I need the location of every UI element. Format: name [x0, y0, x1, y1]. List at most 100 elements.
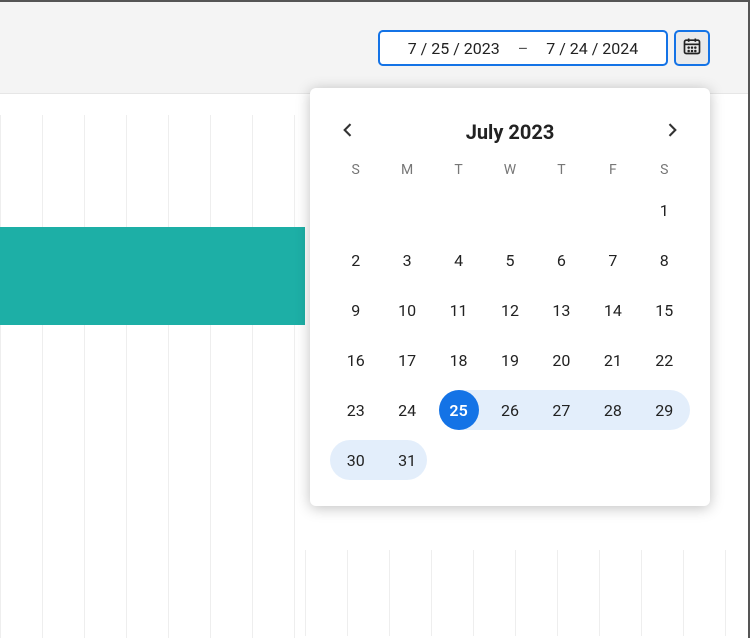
calendar-day[interactable]: 3 — [381, 240, 432, 280]
dow-label: T — [433, 162, 484, 178]
calendar-day[interactable]: 18 — [433, 340, 484, 380]
calendar-day-number: 20 — [552, 351, 570, 370]
calendar-day — [587, 440, 638, 480]
calendar-day[interactable]: 14 — [587, 290, 638, 330]
calendar-day-number: 24 — [398, 401, 416, 420]
chevron-left-icon — [338, 120, 358, 144]
calendar-day-number: 6 — [557, 251, 566, 270]
calendar-week: 16 17 18 19 20 21 22 — [330, 340, 690, 380]
calendar-day-number: 15 — [655, 301, 673, 320]
dow-label: S — [330, 162, 381, 178]
calendar-day-number: 10 — [398, 301, 416, 320]
calendar-day[interactable]: 26 — [484, 390, 535, 430]
app-viewport: 7 / 25 / 2023 – 7 / 24 / 2024 July 2023 — [0, 0, 750, 638]
chart-bar — [0, 227, 305, 325]
prev-month-button[interactable] — [332, 116, 364, 148]
chart-area — [0, 115, 305, 638]
calendar-day[interactable]: 16 — [330, 340, 381, 380]
date-start: 7 / 25 / 2023 — [408, 39, 500, 58]
calendar-day[interactable]: 17 — [381, 340, 432, 380]
calendar-day — [587, 190, 638, 230]
day-of-week-row: SMTWTFS — [330, 162, 690, 184]
calendar-day[interactable]: 21 — [587, 340, 638, 380]
calendar-day[interactable]: 1 — [639, 190, 690, 230]
calendar-day[interactable]: 19 — [484, 340, 535, 380]
calendar-title: July 2023 — [466, 120, 555, 144]
calendar-day[interactable]: 2 — [330, 240, 381, 280]
calendar-day-number: 22 — [655, 351, 673, 370]
date-range-picker: 7 / 25 / 2023 – 7 / 24 / 2024 — [378, 30, 710, 66]
calendar-day-number: 28 — [604, 401, 622, 420]
calendar-day[interactable]: 4 — [433, 240, 484, 280]
date-separator: – — [518, 39, 529, 58]
calendar-button[interactable] — [674, 30, 710, 66]
calendar-day-number: 16 — [347, 351, 365, 370]
dow-label: T — [536, 162, 587, 178]
calendar-day[interactable]: 5 — [484, 240, 535, 280]
dow-label: W — [484, 162, 535, 178]
calendar-day[interactable]: 24 — [381, 390, 432, 430]
calendar-day[interactable]: 15 — [639, 290, 690, 330]
date-range-field[interactable]: 7 / 25 / 2023 – 7 / 24 / 2024 — [378, 30, 668, 66]
calendar-day[interactable]: 8 — [639, 240, 690, 280]
calendar-week: 30 31 — [330, 440, 690, 480]
calendar-day[interactable]: 29 — [639, 390, 690, 430]
calendar-week: 23 24 25 26 27 28 29 — [330, 390, 690, 430]
next-month-button[interactable] — [656, 116, 688, 148]
calendar-day-number: 13 — [552, 301, 570, 320]
calendar-day-number: 21 — [604, 351, 622, 370]
date-end: 7 / 24 / 2024 — [546, 39, 638, 58]
calendar-day-number: 3 — [403, 251, 412, 270]
calendar-week: 2 3 4 5 6 78 — [330, 240, 690, 280]
calendar-popover: July 2023 SMTWTFS 1234567891011121314151… — [310, 88, 710, 506]
calendar-day-number: 9 — [351, 301, 360, 320]
chevron-right-icon — [662, 120, 682, 144]
calendar-day[interactable]: 11 — [433, 290, 484, 330]
calendar-day-number: 18 — [450, 351, 468, 370]
calendar-day[interactable]: 13 — [536, 290, 587, 330]
dow-label: F — [587, 162, 638, 178]
calendar-day-number: 11 — [450, 301, 468, 320]
calendar-week: 9 10 11 12 13 14 15 — [330, 290, 690, 330]
calendar-day-number: 1 — [660, 201, 669, 220]
dow-label: S — [639, 162, 690, 178]
calendar-day[interactable]: 7 — [587, 240, 638, 280]
calendar-day[interactable]: 9 — [330, 290, 381, 330]
calendar-day[interactable]: 27 — [536, 390, 587, 430]
calendar-day — [330, 190, 381, 230]
calendar-day-number: 31 — [398, 451, 416, 470]
calendar-day-number: 25 — [449, 401, 467, 420]
calendar-day-number: 2 — [351, 251, 360, 270]
calendar-day-number: 23 — [347, 401, 365, 420]
calendar-day — [536, 190, 587, 230]
calendar-day[interactable]: 10 — [381, 290, 432, 330]
chart-gridlines — [0, 115, 305, 638]
calendar-day — [433, 190, 484, 230]
calendar-day — [484, 440, 535, 480]
calendar-day-number: 30 — [347, 451, 365, 470]
calendar-week: 1 — [330, 190, 690, 230]
calendar-day[interactable]: 20 — [536, 340, 587, 380]
calendar-day[interactable]: 22 — [639, 340, 690, 380]
calendar-day[interactable]: 31 — [381, 440, 432, 480]
calendar-day[interactable]: 23 — [330, 390, 381, 430]
calendar-day-number: 17 — [398, 351, 416, 370]
calendar-day — [433, 440, 484, 480]
calendar-day — [381, 190, 432, 230]
calendar-day[interactable]: 25 — [433, 390, 484, 430]
calendar-day-number: 12 — [501, 301, 519, 320]
calendar-day — [484, 190, 535, 230]
calendar-day[interactable]: 6 — [536, 240, 587, 280]
calendar-day[interactable]: 30 — [330, 440, 381, 480]
calendar-day-number: 5 — [505, 251, 514, 270]
calendar-day — [536, 440, 587, 480]
calendar-day-number: 29 — [655, 401, 673, 420]
calendar-weeks: 1234567891011121314151617181920212223242… — [330, 190, 690, 480]
chart-gridlines-lower — [305, 550, 748, 636]
calendar-day-number: 26 — [501, 401, 519, 420]
calendar-day — [639, 440, 690, 480]
calendar-icon — [682, 36, 702, 60]
calendar-day[interactable]: 12 — [484, 290, 535, 330]
calendar-day-number: 14 — [604, 301, 622, 320]
calendar-day[interactable]: 28 — [587, 390, 638, 430]
